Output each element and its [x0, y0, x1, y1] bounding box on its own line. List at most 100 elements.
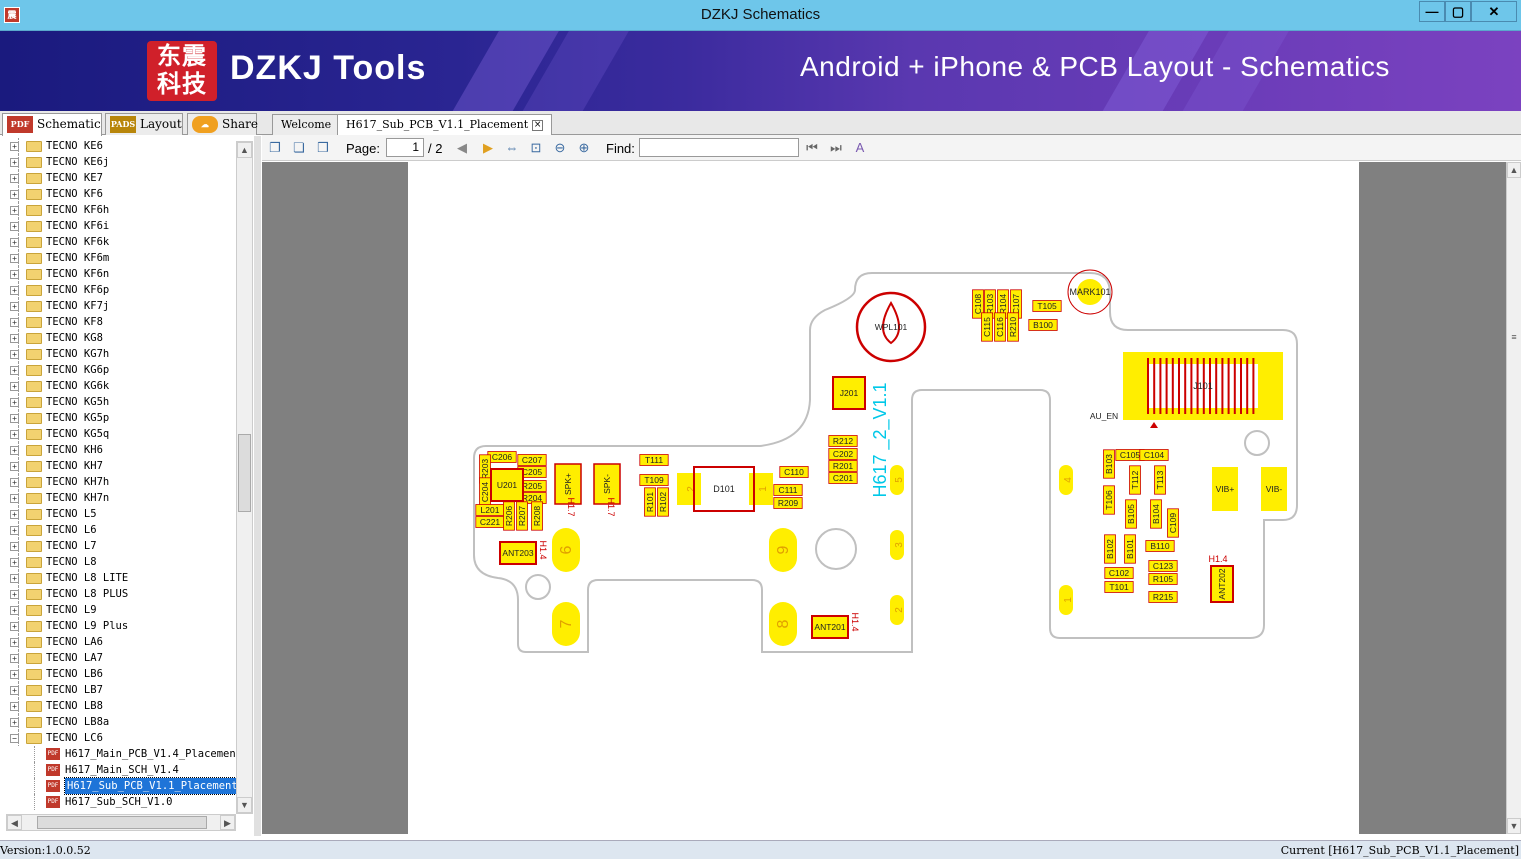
tree-folder[interactable]: + TECNO KH7n	[4, 490, 236, 506]
expand-icon[interactable]: +	[10, 366, 19, 375]
find-input[interactable]	[639, 138, 799, 157]
tree-folder[interactable]: + TECNO KG5h	[4, 394, 236, 410]
scroll-down-button[interactable]: ▼	[237, 797, 252, 813]
expand-icon[interactable]: +	[10, 702, 19, 711]
tab-layout[interactable]: PADS Layout	[105, 113, 183, 135]
tree-folder[interactable]: + TECNO KF6n	[4, 266, 236, 282]
expand-icon[interactable]: +	[10, 478, 19, 487]
tree-folder[interactable]: + TECNO KG6k	[4, 378, 236, 394]
collapse-icon[interactable]: −	[10, 734, 19, 743]
tree-folder[interactable]: + TECNO KG5p	[4, 410, 236, 426]
maximize-button[interactable]: ▢	[1445, 1, 1471, 22]
tree-folder[interactable]: + TECNO KF6	[4, 186, 236, 202]
scroll-thumb[interactable]	[37, 816, 207, 829]
tree-folder[interactable]: + TECNO KG8	[4, 330, 236, 346]
tree-folder[interactable]: + TECNO LB8a	[4, 714, 236, 730]
tree-folder[interactable]: + TECNO LA6	[4, 634, 236, 650]
tree-folder[interactable]: + TECNO KF8	[4, 314, 236, 330]
scroll-down-button[interactable]: ▼	[1507, 818, 1521, 834]
tree-folder[interactable]: + TECNO L7	[4, 538, 236, 554]
tree-file[interactable]: PDF H617_Main_SCH_V1.4	[4, 762, 236, 778]
expand-icon[interactable]: +	[10, 238, 19, 247]
tree-folder[interactable]: + TECNO L9 Plus	[4, 618, 236, 634]
tree-folder[interactable]: + TECNO KF6h	[4, 202, 236, 218]
expand-icon[interactable]: +	[10, 462, 19, 471]
expand-icon[interactable]: +	[10, 382, 19, 391]
expand-icon[interactable]: +	[10, 206, 19, 215]
tree-folder[interactable]: + TECNO LA7	[4, 650, 236, 666]
expand-icon[interactable]: +	[10, 174, 19, 183]
scroll-up-button[interactable]: ▲	[1507, 162, 1521, 178]
expand-icon[interactable]: +	[10, 142, 19, 151]
tree-folder[interactable]: + TECNO KF6i	[4, 218, 236, 234]
tree-folder[interactable]: + TECNO KG5q	[4, 426, 236, 442]
tree-folder[interactable]: + TECNO KH6	[4, 442, 236, 458]
expand-icon[interactable]: +	[10, 446, 19, 455]
expand-icon[interactable]: +	[10, 350, 19, 359]
tree-folder[interactable]: + TECNO KG7h	[4, 346, 236, 362]
tree-folder[interactable]: + TECNO L5	[4, 506, 236, 522]
scroll-grip-icon[interactable]: ≡	[1507, 330, 1521, 346]
expand-icon[interactable]: +	[10, 222, 19, 231]
tree-folder[interactable]: + TECNO L6	[4, 522, 236, 538]
file-tree[interactable]: + TECNO KE6 + TECNO KE6j + TECNO KE7 + TECNO KF…	[4, 138, 236, 814]
tree-folder[interactable]: + TECNO KF6p	[4, 282, 236, 298]
tree-horizontal-scrollbar[interactable]: ◀ ▶	[6, 814, 236, 831]
tree-folder[interactable]: + TECNO LB8	[4, 698, 236, 714]
copy-icon[interactable]: ❐	[267, 140, 283, 156]
expand-icon[interactable]: +	[10, 494, 19, 503]
viewer-vertical-scrollbar[interactable]: ▲ ≡ ▼	[1506, 162, 1521, 834]
tree-folder[interactable]: + TECNO KH7	[4, 458, 236, 474]
tree-folder[interactable]: + TECNO LB6	[4, 666, 236, 682]
expand-icon[interactable]: +	[10, 654, 19, 663]
expand-icon[interactable]: +	[10, 318, 19, 327]
document-viewer[interactable]: 6 7 9 8 2 1 5 3 2 4 1 MARK101 WPL101 C108 R103 R104 C107…	[262, 162, 1507, 834]
close-tab-icon[interactable]: ×	[532, 119, 544, 131]
expand-icon[interactable]: +	[10, 334, 19, 343]
tree-folder[interactable]: + TECNO L8 LITE	[4, 570, 236, 586]
match-case-icon[interactable]: A	[852, 140, 868, 156]
tree-file[interactable]: PDF H617_Main_PCB_V1.4_Placement	[4, 746, 236, 762]
copy-page-icon[interactable]: ❏	[291, 140, 307, 156]
expand-icon[interactable]: +	[10, 718, 19, 727]
tree-folder[interactable]: + TECNO KF6m	[4, 250, 236, 266]
tree-folder[interactable]: + TECNO KE6	[4, 138, 236, 154]
expand-icon[interactable]: +	[10, 542, 19, 551]
tab-welcome[interactable]: Welcome	[272, 114, 341, 135]
expand-icon[interactable]: +	[10, 270, 19, 279]
scroll-thumb[interactable]	[238, 434, 251, 512]
zoom-out-icon[interactable]: ⊖	[552, 140, 568, 156]
expand-icon[interactable]: +	[10, 606, 19, 615]
expand-icon[interactable]: +	[10, 574, 19, 583]
tree-folder[interactable]: + TECNO L9	[4, 602, 236, 618]
tree-folder[interactable]: + TECNO KG6p	[4, 362, 236, 378]
expand-icon[interactable]: +	[10, 158, 19, 167]
tab-schematic[interactable]: PDF Schematic	[2, 113, 102, 136]
expand-icon[interactable]: +	[10, 430, 19, 439]
expand-icon[interactable]: +	[10, 590, 19, 599]
close-button[interactable]: ✕	[1471, 1, 1517, 22]
tree-folder[interactable]: + TECNO KE6j	[4, 154, 236, 170]
zoom-in-icon[interactable]: ⊕	[576, 140, 592, 156]
expand-icon[interactable]: +	[10, 286, 19, 295]
panel-splitter[interactable]	[254, 136, 261, 836]
fit-width-icon[interactable]: ⇔	[504, 140, 520, 156]
expand-icon[interactable]: +	[10, 398, 19, 407]
expand-icon[interactable]: +	[10, 686, 19, 695]
tree-folder[interactable]: + TECNO KE7	[4, 170, 236, 186]
tree-folder[interactable]: + TECNO KH7h	[4, 474, 236, 490]
expand-icon[interactable]: +	[10, 526, 19, 535]
export-icon[interactable]: ❒	[315, 140, 331, 156]
page-number-input[interactable]: 1	[386, 138, 424, 157]
expand-icon[interactable]: +	[10, 622, 19, 631]
tree-folder[interactable]: + TECNO KF7j	[4, 298, 236, 314]
scroll-up-button[interactable]: ▲	[237, 142, 252, 158]
tree-folder[interactable]: + TECNO KF6k	[4, 234, 236, 250]
tree-file[interactable]: PDF H617_Sub_PCB_V1.1_Placement	[4, 777, 236, 795]
expand-icon[interactable]: +	[10, 638, 19, 647]
expand-icon[interactable]: +	[10, 302, 19, 311]
expand-icon[interactable]: +	[10, 510, 19, 519]
find-previous-icon[interactable]: ⏮	[804, 140, 820, 156]
tree-folder[interactable]: + TECNO LB7	[4, 682, 236, 698]
scroll-left-button[interactable]: ◀	[7, 815, 22, 830]
